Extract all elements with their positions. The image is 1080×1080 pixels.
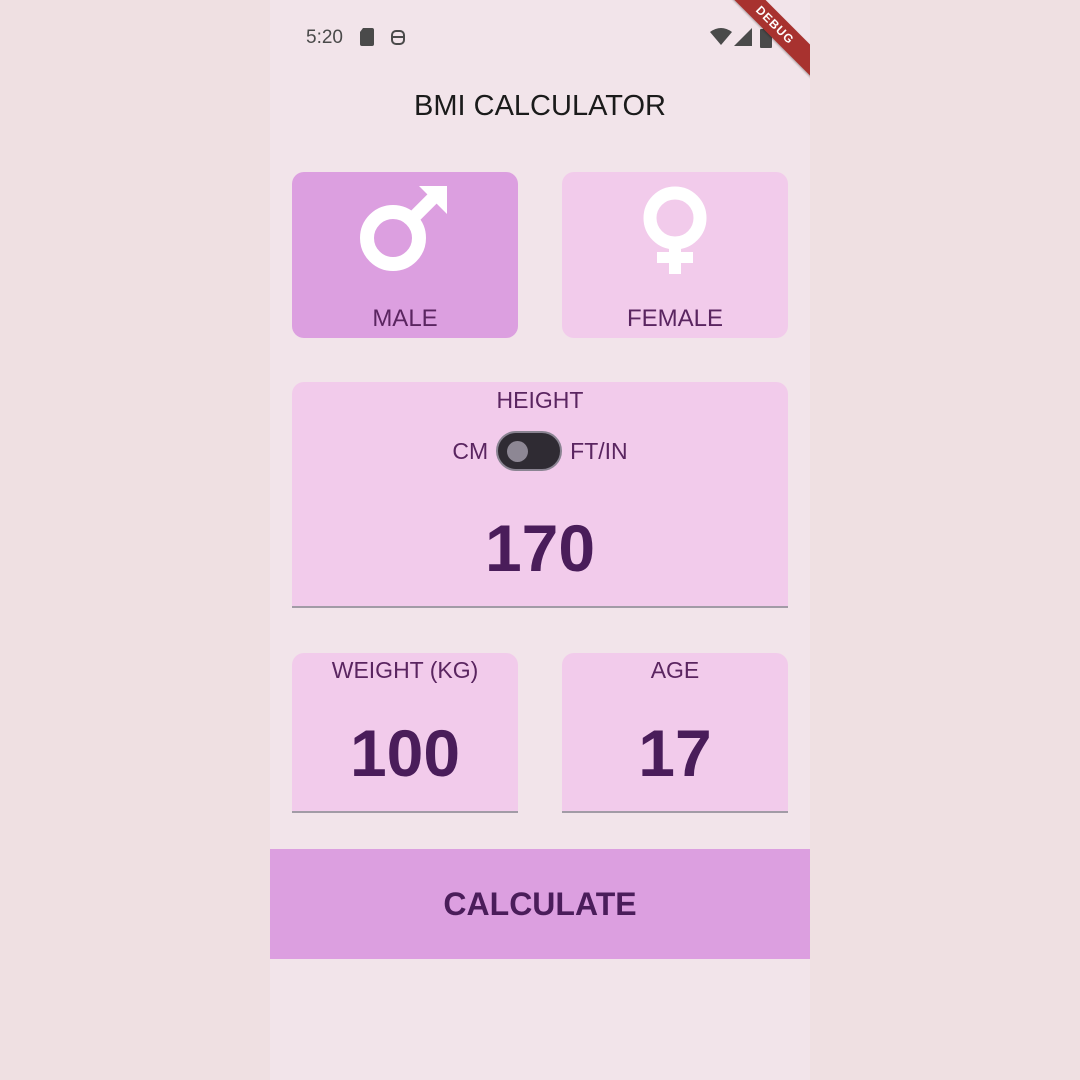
age-value-input[interactable]: 17 bbox=[562, 715, 788, 791]
cell-signal-icon bbox=[734, 28, 752, 46]
age-card: AGE 17 bbox=[562, 653, 788, 813]
height-value-input[interactable]: 170 bbox=[292, 510, 788, 586]
unit-toggle-switch[interactable] bbox=[496, 431, 563, 471]
male-card[interactable]: MALE bbox=[292, 172, 518, 338]
calculate-button[interactable]: CALCULATE bbox=[270, 849, 810, 959]
height-card: HEIGHT CM FT/IN 170 bbox=[292, 382, 788, 608]
age-title: AGE bbox=[650, 657, 700, 683]
height-title: HEIGHT bbox=[496, 387, 584, 413]
female-label: FEMALE bbox=[626, 305, 724, 332]
weight-title: WEIGHT (KG) bbox=[331, 657, 479, 683]
weight-value-input[interactable]: 100 bbox=[292, 715, 518, 791]
status-time: 5:20 bbox=[306, 27, 343, 48]
unit-toggle-row: CM FT/IN bbox=[292, 429, 788, 473]
wifi-icon bbox=[710, 28, 732, 45]
android-icon bbox=[391, 30, 405, 45]
unit-ftin-label: FT/IN bbox=[570, 437, 628, 464]
unit-cm-label: CM bbox=[452, 437, 489, 464]
female-symbol-icon bbox=[643, 186, 707, 274]
weight-card: WEIGHT (KG) 100 bbox=[292, 653, 518, 813]
sd-card-icon bbox=[360, 28, 374, 46]
male-label: MALE bbox=[372, 305, 438, 332]
male-symbol-icon bbox=[360, 186, 447, 271]
phone-screen: 5:20 DEBUG BMI CALCULATOR MALE FEMALE HE… bbox=[270, 0, 810, 1080]
female-card[interactable]: FEMALE bbox=[562, 172, 788, 338]
toggle-knob bbox=[507, 441, 529, 462]
app-title: BMI CALCULATOR bbox=[414, 90, 666, 122]
